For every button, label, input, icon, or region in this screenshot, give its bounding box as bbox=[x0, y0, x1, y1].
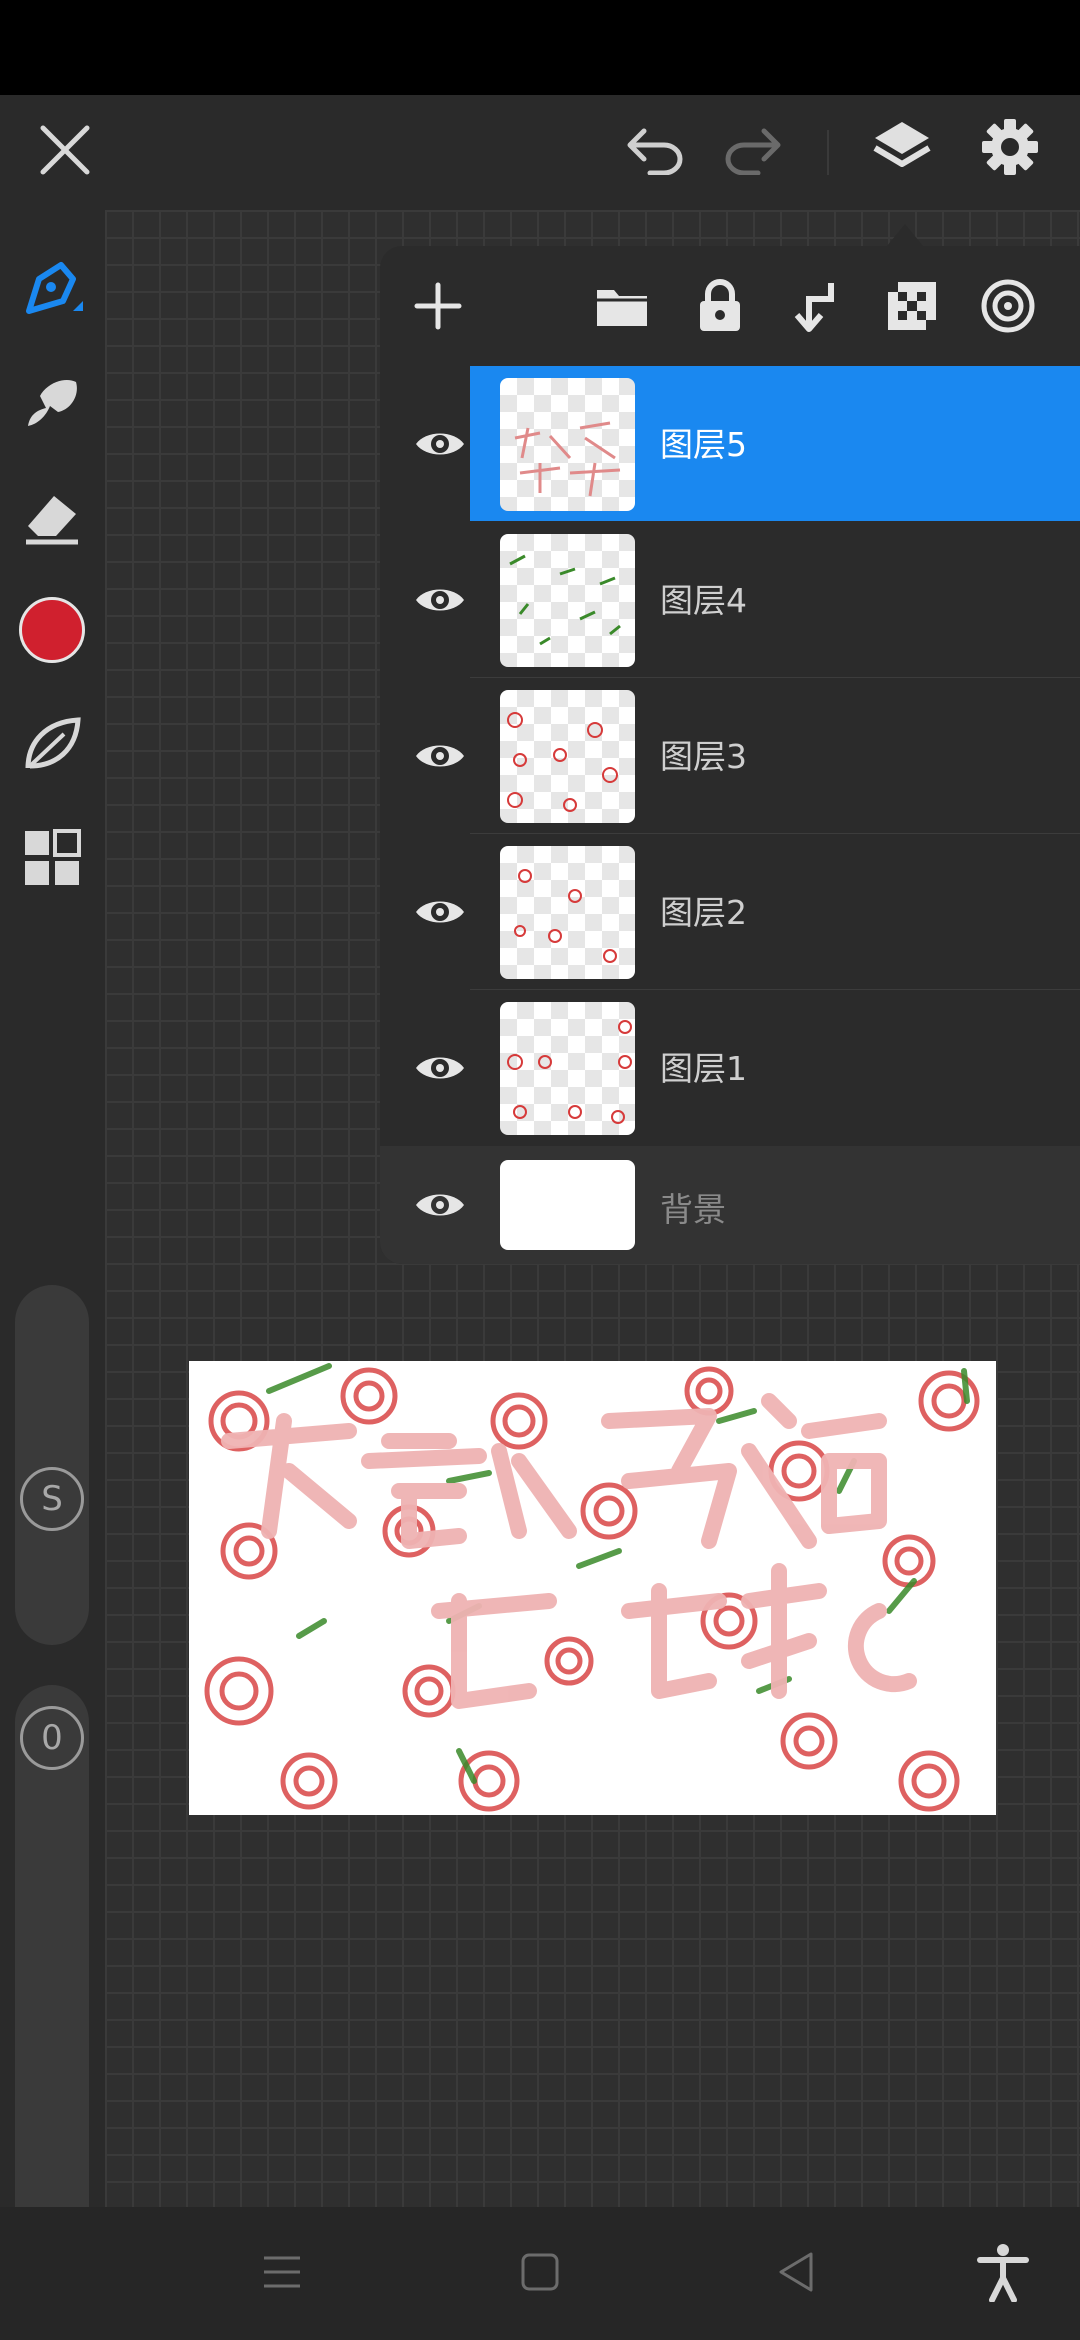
merge-down-icon[interactable] bbox=[778, 268, 854, 344]
layer-thumbnail bbox=[500, 378, 635, 511]
layer-row-content[interactable]: 图层4 bbox=[470, 522, 1080, 677]
background-layer-row[interactable]: 背景 bbox=[380, 1146, 1080, 1264]
layer-row[interactable]: 图层2 bbox=[380, 834, 1080, 990]
visibility-eye-icon[interactable] bbox=[400, 716, 480, 796]
gear-icon[interactable] bbox=[970, 107, 1050, 187]
redo-icon[interactable] bbox=[712, 110, 792, 190]
visibility-eye-icon[interactable] bbox=[400, 1165, 480, 1245]
artwork-canvas[interactable] bbox=[189, 1361, 996, 1815]
toolbar-divider bbox=[827, 130, 829, 175]
background-layer-name: 背景 bbox=[660, 1190, 726, 1229]
layer-row[interactable]: 图层4 bbox=[380, 522, 1080, 678]
blend-icon[interactable] bbox=[970, 268, 1046, 344]
home-icon[interactable] bbox=[495, 2227, 585, 2317]
status-bar bbox=[0, 0, 1080, 95]
layer-name: 图层5 bbox=[660, 425, 747, 464]
layer-row-content[interactable]: 图层1 bbox=[470, 990, 1080, 1145]
layer-row[interactable]: 图层3 bbox=[380, 678, 1080, 834]
lock-icon[interactable] bbox=[682, 268, 758, 344]
layers-panel: 图层5 图层4 图层3 图层2 图层1 背景 bbox=[380, 246, 1080, 1264]
layer-row-content[interactable]: 图层2 bbox=[470, 834, 1080, 989]
tool-sidebar: S 0 bbox=[0, 210, 105, 2270]
background-thumbnail bbox=[500, 1160, 635, 1250]
layer-row[interactable]: 图层1 bbox=[380, 990, 1080, 1146]
leaf-brush-library-icon[interactable] bbox=[12, 704, 92, 784]
eraser-icon[interactable] bbox=[12, 478, 92, 558]
visibility-eye-icon[interactable] bbox=[400, 560, 480, 640]
top-toolbar bbox=[0, 95, 1080, 210]
close-icon[interactable] bbox=[25, 110, 105, 190]
layers-toolbar bbox=[380, 246, 1080, 366]
accessibility-icon[interactable] bbox=[958, 2227, 1048, 2317]
layer-row[interactable]: 图层5 bbox=[380, 366, 1080, 522]
folder-icon[interactable] bbox=[584, 268, 660, 344]
brush-opacity-slider[interactable] bbox=[15, 1685, 89, 2270]
visibility-eye-icon[interactable] bbox=[400, 404, 480, 484]
system-nav-bar bbox=[0, 2207, 1080, 2340]
layers-panel-pointer bbox=[887, 224, 923, 246]
size-slider-badge: S bbox=[20, 1467, 84, 1531]
layer-row-content[interactable]: 图层5 bbox=[470, 366, 1080, 521]
brush-icon[interactable] bbox=[12, 250, 92, 330]
grid-icon[interactable] bbox=[12, 818, 92, 898]
layer-row-content[interactable]: 图层3 bbox=[470, 678, 1080, 833]
back-icon[interactable] bbox=[750, 2227, 840, 2317]
menu-icon[interactable] bbox=[237, 2227, 327, 2317]
layer-name: 图层1 bbox=[660, 1049, 747, 1088]
layer-name: 图层2 bbox=[660, 893, 747, 932]
add-icon[interactable] bbox=[400, 268, 476, 344]
color-swatch[interactable] bbox=[12, 590, 92, 670]
layers-icon[interactable] bbox=[862, 107, 942, 187]
opacity-slider-badge: 0 bbox=[20, 1706, 84, 1770]
layer-thumbnail bbox=[500, 846, 635, 979]
layer-name: 图层3 bbox=[660, 737, 747, 776]
visibility-eye-icon[interactable] bbox=[400, 872, 480, 952]
alpha-lock-icon[interactable] bbox=[874, 268, 950, 344]
undo-icon[interactable] bbox=[616, 110, 696, 190]
smudge-icon[interactable] bbox=[12, 362, 92, 442]
layer-thumbnail bbox=[500, 690, 635, 823]
layer-thumbnail bbox=[500, 1002, 635, 1135]
brush-size-slider[interactable] bbox=[15, 1285, 89, 1645]
layer-name: 图层4 bbox=[660, 581, 747, 620]
visibility-eye-icon[interactable] bbox=[400, 1028, 480, 1108]
layer-thumbnail bbox=[500, 534, 635, 667]
